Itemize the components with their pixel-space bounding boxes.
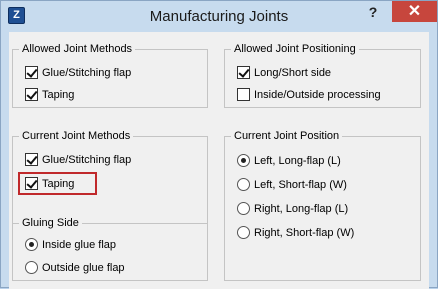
radio-unselected-icon[interactable] bbox=[237, 177, 250, 191]
dialog-window: Z Manufacturing Joints ? ✕ Allowed Joint… bbox=[0, 0, 438, 289]
outside-glue-flap-radio[interactable]: Outside glue flap bbox=[25, 260, 125, 277]
radio-label: Right, Long-flap (L) bbox=[254, 203, 349, 215]
title-bar[interactable]: Z Manufacturing Joints ? ✕ bbox=[1, 1, 437, 32]
group-title: Current Joint Position bbox=[231, 129, 343, 143]
radio-selected-icon[interactable] bbox=[237, 153, 250, 167]
highlight-box bbox=[18, 172, 97, 195]
radio-selected-icon[interactable] bbox=[25, 237, 38, 251]
checkbox-label: Glue/Stitching flap bbox=[42, 67, 132, 79]
radio-label: Left, Short-flap (W) bbox=[254, 179, 347, 191]
radio-label: Left, Long-flap (L) bbox=[254, 155, 341, 167]
right-long-flap-radio[interactable]: Right, Long-flap (L) bbox=[237, 201, 349, 218]
left-short-flap-radio[interactable]: Left, Short-flap (W) bbox=[237, 177, 347, 194]
allowed-taping-checkbox[interactable]: Taping bbox=[25, 87, 75, 104]
checkbox-checked-icon[interactable] bbox=[25, 65, 38, 79]
allowed-joint-positioning-group: Allowed Joint Positioning Long/Short sid… bbox=[224, 42, 421, 108]
checkbox-label: Glue/Stitching flap bbox=[42, 154, 132, 166]
close-button[interactable]: ✕ bbox=[392, 1, 437, 22]
checkbox-label: Inside/Outside processing bbox=[254, 89, 381, 101]
checkbox-label: Taping bbox=[42, 89, 75, 101]
long-short-side-checkbox[interactable]: Long/Short side bbox=[237, 65, 332, 82]
gluing-side-group: Gluing Side Inside glue flap Outside glu… bbox=[12, 216, 208, 281]
checkbox-unchecked-icon[interactable] bbox=[237, 87, 250, 101]
radio-unselected-icon[interactable] bbox=[237, 225, 250, 239]
checkbox-label: Long/Short side bbox=[254, 67, 332, 79]
inside-glue-flap-radio[interactable]: Inside glue flap bbox=[25, 237, 116, 254]
group-title: Allowed Joint Methods bbox=[19, 42, 136, 56]
checkbox-checked-icon[interactable] bbox=[25, 87, 38, 101]
current-glue-stitching-checkbox[interactable]: Glue/Stitching flap bbox=[25, 152, 132, 169]
allowed-joint-methods-group: Allowed Joint Methods Glue/Stitching fla… bbox=[12, 42, 208, 108]
group-title: Allowed Joint Positioning bbox=[231, 42, 359, 56]
checkbox-checked-icon[interactable] bbox=[25, 152, 38, 166]
checkbox-checked-icon[interactable] bbox=[237, 65, 250, 79]
dialog-content: Allowed Joint Methods Glue/Stitching fla… bbox=[9, 32, 429, 289]
radio-unselected-icon[interactable] bbox=[25, 260, 38, 274]
current-joint-methods-group: Current Joint Methods Glue/Stitching fla… bbox=[12, 129, 208, 224]
radio-label: Right, Short-flap (W) bbox=[254, 227, 355, 239]
close-icon: ✕ bbox=[407, 3, 422, 20]
allowed-glue-stitching-checkbox[interactable]: Glue/Stitching flap bbox=[25, 65, 132, 82]
help-button[interactable]: ? bbox=[355, 2, 391, 22]
radio-label: Outside glue flap bbox=[42, 262, 125, 274]
inside-outside-processing-checkbox[interactable]: Inside/Outside processing bbox=[237, 87, 381, 104]
radio-unselected-icon[interactable] bbox=[237, 201, 250, 215]
right-short-flap-radio[interactable]: Right, Short-flap (W) bbox=[237, 225, 355, 242]
radio-label: Inside glue flap bbox=[42, 239, 116, 251]
left-long-flap-radio[interactable]: Left, Long-flap (L) bbox=[237, 153, 341, 170]
current-joint-position-group: Current Joint Position Left, Long-flap (… bbox=[224, 129, 421, 281]
group-title: Current Joint Methods bbox=[19, 129, 134, 143]
group-title: Gluing Side bbox=[19, 216, 82, 230]
